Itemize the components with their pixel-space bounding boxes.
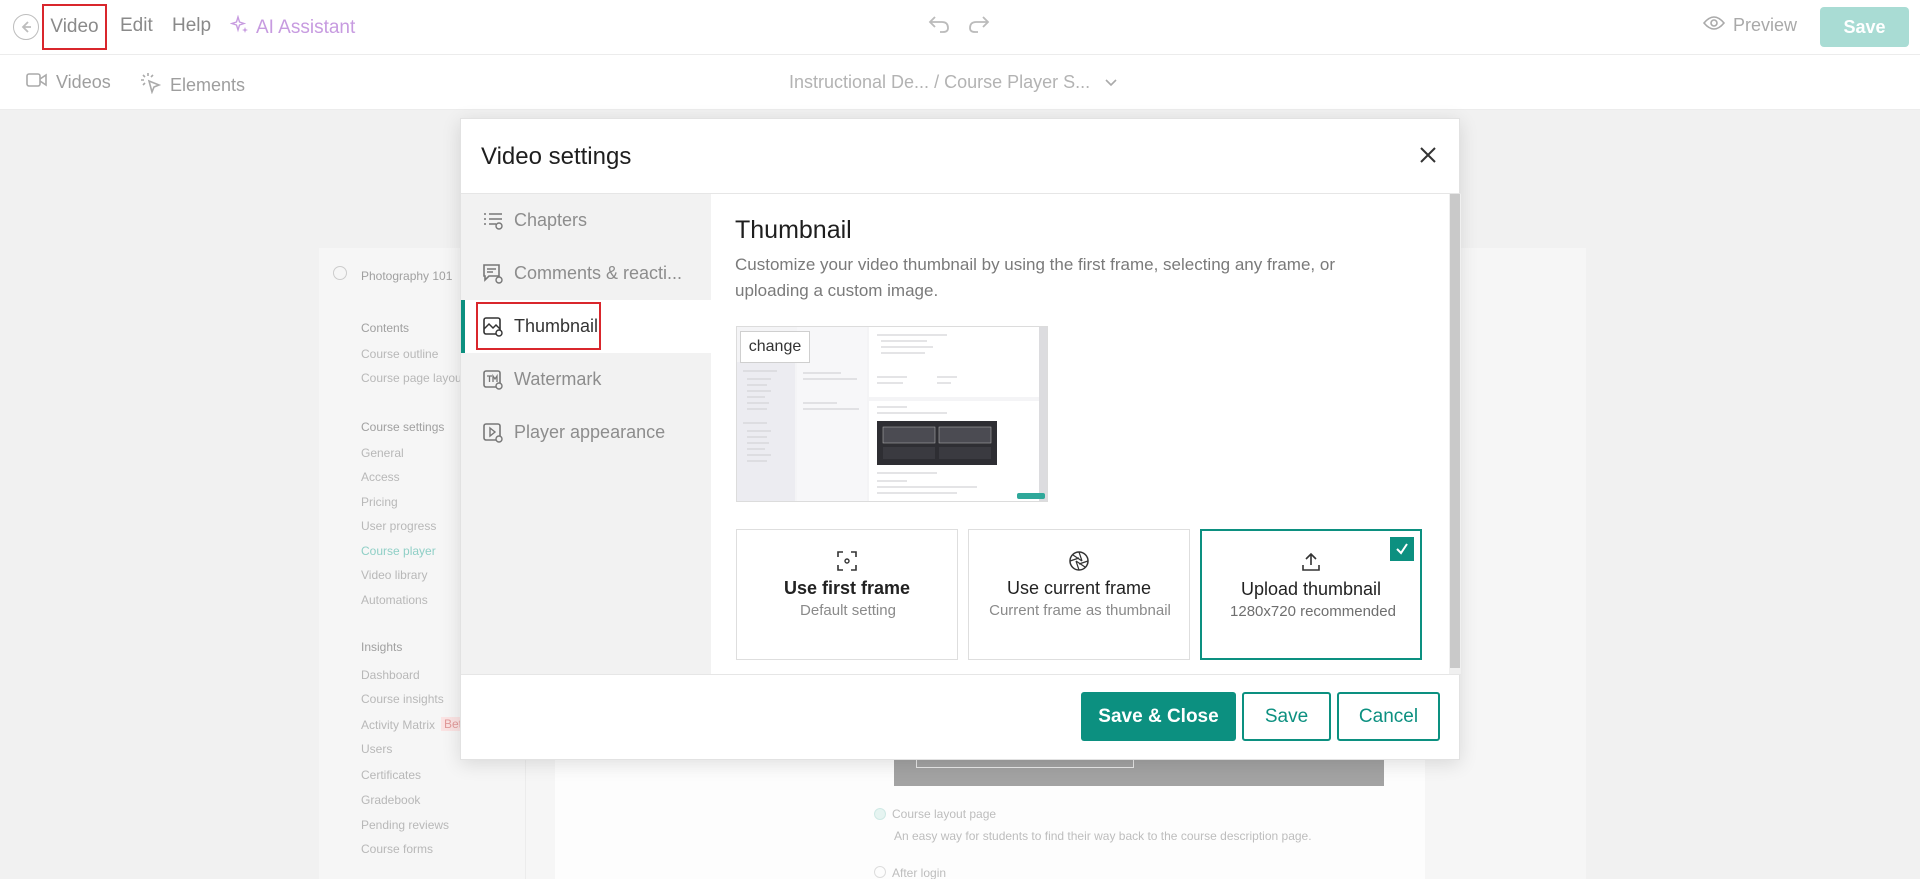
option-subtitle: Default setting [800, 602, 896, 619]
modal-footer-divider [461, 674, 1461, 675]
option-subtitle: 1280x720 recommended [1230, 603, 1396, 620]
nav-label: Watermark [514, 369, 602, 389]
background-item: Access [361, 470, 400, 484]
background-item: Pricing [361, 495, 398, 509]
background-item: Gradebook [361, 793, 421, 807]
chevron-down-icon [1104, 72, 1118, 93]
thumbnail-preview[interactable]: change [736, 326, 1048, 502]
background-item: Activity Matrix [361, 718, 436, 732]
upload-icon [1202, 551, 1420, 573]
background-section-insights: Insights [361, 640, 403, 654]
back-icon[interactable] [13, 14, 39, 40]
ai-assistant-label: AI Assistant [256, 17, 356, 38]
sparkle-icon [229, 14, 250, 41]
background-item: Course outline [361, 347, 439, 361]
modal-nav: Chapters Comments & reacti... Thumbnail … [461, 194, 711, 674]
video-camera-icon [26, 72, 48, 93]
redo-icon[interactable] [967, 13, 991, 42]
cancel-button[interactable]: Cancel [1337, 692, 1440, 741]
nav-label: Comments & reacti... [514, 263, 683, 283]
nav-item-comments[interactable]: Comments & reacti... [461, 247, 711, 300]
background-item: Dashboard [361, 668, 420, 682]
save-and-close-button[interactable]: Save & Close [1081, 692, 1236, 741]
menu-video[interactable]: Video [42, 4, 107, 50]
aperture-icon [969, 550, 1189, 572]
background-item: Automations [361, 593, 428, 607]
option-first-frame[interactable]: Use first frame Default setting [736, 529, 958, 660]
modal-content: Thumbnail Customize your video thumbnail… [711, 194, 1461, 674]
background-radio-1 [874, 808, 886, 820]
background-item: Users [361, 742, 393, 756]
top-save-button[interactable]: Save [1820, 7, 1909, 47]
breadcrumb[interactable]: Instructional De... / Course Player S... [789, 72, 1118, 93]
background-section-settings: Course settings [361, 420, 445, 434]
background-item: Course page layout [361, 371, 466, 385]
elements-tab[interactable]: Elements [140, 72, 245, 99]
background-radio-2-label: After login [892, 866, 947, 879]
modal-scrollbar-thumb[interactable] [1450, 194, 1460, 668]
option-title: Upload thumbnail [1240, 579, 1382, 599]
breadcrumb-text: Instructional De... / Course Player S... [789, 72, 1091, 92]
videos-tab[interactable]: Videos [26, 72, 111, 93]
background-item: Course insights [361, 692, 444, 706]
background-radio-1-label: Course layout page [892, 807, 997, 821]
video-settings-modal: Video settings Chapters Comments & react… [460, 118, 1461, 760]
nav-item-chapters[interactable]: Chapters [461, 194, 711, 247]
change-thumbnail-button[interactable]: change [740, 331, 810, 363]
save-button[interactable]: Save [1242, 692, 1331, 741]
modal-title: Video settings [481, 143, 632, 170]
watermark-icon [482, 369, 504, 391]
preview-label: Preview [1733, 15, 1798, 35]
close-icon[interactable] [1418, 141, 1438, 172]
nav-item-watermark[interactable]: Watermark [461, 353, 711, 406]
background-item: Video library [361, 568, 428, 582]
background-item: User progress [361, 519, 437, 533]
undo-icon[interactable] [927, 13, 951, 42]
menu-ai-assistant[interactable]: AI Assistant [229, 14, 356, 41]
background-item: Pending reviews [361, 818, 450, 832]
menu-video-label: Video [50, 16, 99, 37]
nav-item-player-appearance[interactable]: Player appearance [461, 406, 711, 459]
player-appearance-icon [482, 422, 504, 444]
videos-label: Videos [56, 72, 111, 92]
section-title: Thumbnail [735, 216, 852, 244]
background-item: Course player [361, 544, 436, 558]
nav-label: Chapters [514, 210, 588, 230]
secondary-bar: Videos Elements Instructional De... / Co… [0, 56, 1920, 110]
top-bar: Video Edit Help AI Assistant Preview Sav… [0, 0, 1920, 55]
chapters-icon [482, 210, 504, 232]
background-item: Certificates [361, 768, 422, 782]
option-upload-thumbnail[interactable]: Upload thumbnail 1280x720 recommended [1200, 529, 1422, 660]
background-section-contents: Contents [361, 321, 410, 335]
option-subtitle: Current frame as thumbnail [989, 602, 1171, 619]
background-item: Course forms [361, 842, 434, 856]
elements-label: Elements [170, 75, 246, 95]
background-course-title: Photography 101 [361, 269, 453, 283]
nav-label: Player appearance [514, 422, 666, 442]
cursor-click-icon [140, 72, 162, 99]
menu-help[interactable]: Help [172, 15, 211, 37]
preview-button[interactable]: Preview [1702, 15, 1798, 36]
background-item: General [361, 446, 404, 460]
option-current-frame[interactable]: Use current frame Current frame as thumb… [968, 529, 1190, 660]
option-title: Use current frame [1006, 578, 1152, 598]
menu-edit[interactable]: Edit [120, 15, 153, 37]
background-radio-2 [874, 866, 886, 878]
option-title: Use first frame [783, 578, 911, 598]
eye-icon [1702, 15, 1726, 36]
comments-icon [482, 263, 504, 285]
background-back-icon [333, 266, 347, 280]
section-description: Customize your video thumbnail by using … [735, 255, 1335, 300]
thumbnail-highlight-box [476, 302, 601, 350]
background-radio-1-desc: An easy way for students to find their w… [894, 829, 1312, 843]
focus-frame-icon [737, 550, 957, 572]
